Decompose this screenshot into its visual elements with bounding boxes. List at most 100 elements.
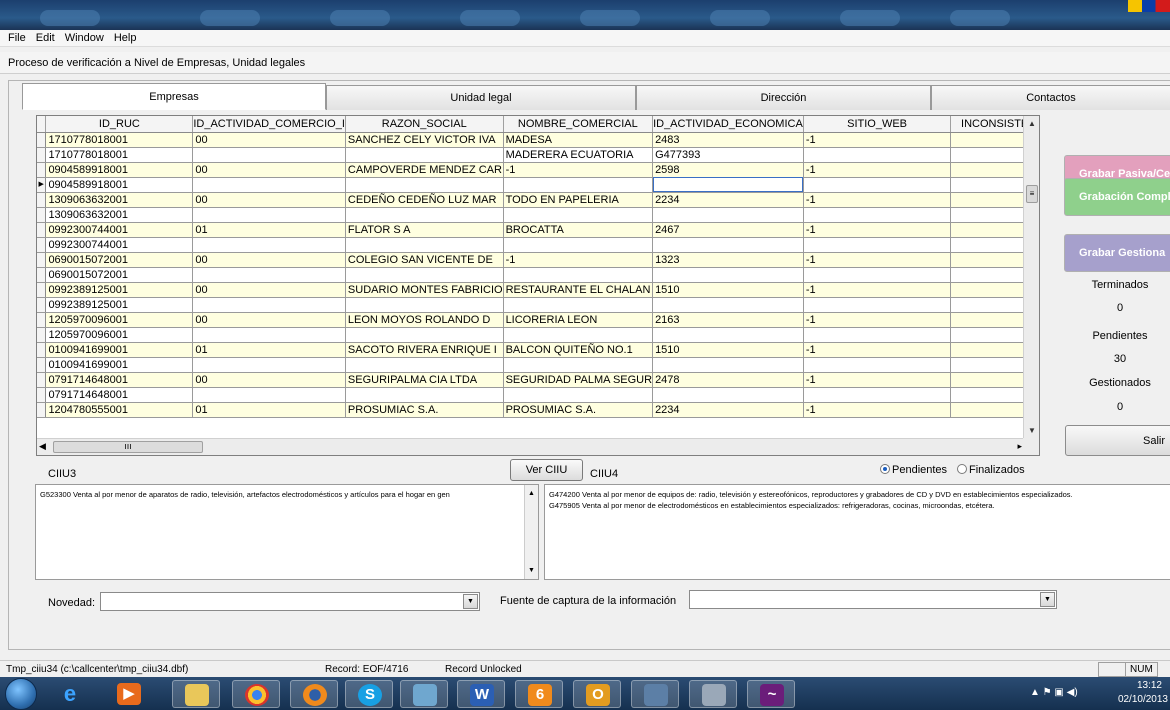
row-header[interactable]: [37, 372, 47, 388]
grid-cell[interactable]: [503, 267, 654, 283]
grid-cell[interactable]: 2234: [652, 192, 804, 208]
table-row[interactable]: 0100941699001: [37, 357, 1039, 373]
grid-cell[interactable]: -1: [803, 192, 952, 208]
grid-cell[interactable]: [345, 327, 504, 343]
table-row[interactable]: 1205970096001: [37, 327, 1039, 343]
grid-cell[interactable]: SUDARIO MONTES FABRICIO: [345, 282, 504, 298]
grid-cell[interactable]: 1205970096001: [45, 312, 194, 328]
grid-cell[interactable]: [345, 387, 504, 403]
col-header-id-actividad-comercio[interactable]: ID_ACTIVIDAD_COMERCIO_I: [192, 116, 346, 133]
tray-icons[interactable]: ▲ ⚑ ▣ ◀): [1030, 687, 1078, 698]
firefox-icon[interactable]: [290, 680, 338, 708]
col-header-sitio-web[interactable]: SITIO_WEB: [803, 116, 952, 133]
grid-cell[interactable]: PROSUMIAC S.A.: [345, 402, 504, 418]
grid-cell[interactable]: [803, 177, 952, 193]
clock-date[interactable]: 02/10/2013: [1118, 694, 1168, 705]
grid-cell[interactable]: SEGURIDAD PALMA SEGUR: [503, 372, 654, 388]
ciiu3-memo[interactable]: G523300 Venta al por menor de aparatos d…: [35, 484, 539, 580]
grid-cell[interactable]: 1309063632001: [45, 192, 194, 208]
grid-cell[interactable]: [503, 297, 654, 313]
grid-cell[interactable]: [192, 327, 346, 343]
grid-cell[interactable]: 01: [192, 402, 346, 418]
grabar-gestion-button[interactable]: Grabar Gestiona: [1064, 234, 1170, 272]
row-header[interactable]: [37, 402, 47, 418]
hscroll-thumb[interactable]: ııı: [53, 441, 203, 453]
table-row[interactable]: 0100941699001 01 SACOTO RIVERA ENRIQUE I BA…: [37, 342, 1039, 358]
grid-cell[interactable]: 00: [192, 192, 346, 208]
scroll-up-arrow-icon[interactable]: ▲: [1024, 117, 1039, 131]
grid-cell[interactable]: [503, 327, 654, 343]
row-header[interactable]: [37, 192, 47, 208]
grid-cell[interactable]: 1510: [652, 342, 804, 358]
grid-cell[interactable]: [503, 177, 654, 193]
radio-pendientes-dot[interactable]: [880, 464, 890, 474]
grid-cell[interactable]: [803, 297, 952, 313]
grid-cell[interactable]: 0791714648001: [45, 372, 194, 388]
grid-cell[interactable]: FLATOR S A: [345, 222, 504, 238]
grid-cell[interactable]: -1: [803, 402, 952, 418]
grid-cell[interactable]: CAMPOVERDE MENDEZ CAR: [345, 162, 504, 178]
grid-cell[interactable]: SACOTO RIVERA ENRIQUE I: [345, 342, 504, 358]
grid-cell[interactable]: [503, 237, 654, 253]
grid-cell[interactable]: [652, 177, 804, 193]
row-header[interactable]: [37, 222, 47, 238]
scroll-left-arrow-icon[interactable]: ◀: [39, 441, 46, 452]
grid-cell[interactable]: -1: [803, 312, 952, 328]
scroll-down-arrow-icon[interactable]: ▼: [1024, 424, 1039, 438]
internet-explorer-icon[interactable]: e: [46, 680, 94, 708]
table-row[interactable]: 0690015072001: [37, 267, 1039, 283]
grid-cell[interactable]: [803, 237, 952, 253]
menu-window[interactable]: Window: [60, 32, 109, 44]
grid-cell[interactable]: MADERERA ECUATORIA: [503, 147, 654, 163]
table-row[interactable]: 1204780555001 01 PROSUMIAC S.A. PROSUMIAC S…: [37, 402, 1039, 418]
tab-empresas[interactable]: Empresas: [22, 83, 326, 110]
grid-cell[interactable]: [652, 237, 804, 253]
grid-cell[interactable]: 00: [192, 132, 346, 148]
grid-cell[interactable]: COLEGIO SAN VICENTE DE: [345, 252, 504, 268]
scroll-down-arrow-icon[interactable]: ▼: [528, 565, 535, 576]
col-header-id-actividad-economica[interactable]: ID_ACTIVIDAD_ECONOMICA: [652, 116, 804, 133]
grid-cell[interactable]: 00: [192, 162, 346, 178]
grid-cell[interactable]: [652, 357, 804, 373]
tab-unidad-legal[interactable]: Unidad legal: [326, 85, 636, 110]
grid-cell[interactable]: [345, 267, 504, 283]
grid-cell[interactable]: [192, 267, 346, 283]
table-row[interactable]: 0690015072001 00 COLEGIO SAN VICENTE DE -1 1…: [37, 252, 1039, 268]
grid-cell[interactable]: 01: [192, 342, 346, 358]
col-header-razon-social[interactable]: RAZON_SOCIAL: [345, 116, 504, 133]
grid-cell[interactable]: [192, 177, 346, 193]
table-row[interactable]: 1309063632001 00 CEDEÑO CEDEÑO LUZ MAR TODO…: [37, 192, 1039, 208]
grid-cell[interactable]: [652, 207, 804, 223]
table-row[interactable]: 0992389125001 00 SUDARIO MONTES FABRICIO RE…: [37, 282, 1039, 298]
grid-cell[interactable]: 00: [192, 282, 346, 298]
chevron-down-icon[interactable]: ▼: [463, 594, 478, 609]
grid-cell[interactable]: [345, 297, 504, 313]
grid-cell[interactable]: 0690015072001: [45, 252, 194, 268]
grid-cell[interactable]: 0992300744001: [45, 222, 194, 238]
row-header[interactable]: [37, 297, 47, 313]
media-player-icon[interactable]: ▶: [105, 680, 153, 708]
grid-cell[interactable]: 0992300744001: [45, 237, 194, 253]
table-row[interactable]: 1309063632001: [37, 207, 1039, 223]
grid-cell[interactable]: -1: [803, 372, 952, 388]
foxpro-icon[interactable]: 6: [515, 680, 563, 708]
grid-cell[interactable]: [192, 357, 346, 373]
grid-cell[interactable]: CEDEÑO CEDEÑO LUZ MAR: [345, 192, 504, 208]
grid-cell[interactable]: 00: [192, 312, 346, 328]
grid-cell[interactable]: [652, 387, 804, 403]
grid-cell[interactable]: BALCON QUITEÑO NO.1: [503, 342, 654, 358]
grid-cell[interactable]: [652, 267, 804, 283]
row-header[interactable]: [37, 267, 47, 283]
menu-edit[interactable]: Edit: [31, 32, 60, 44]
grid-cell[interactable]: 1710778018001: [45, 132, 194, 148]
grid-cell[interactable]: BROCATTA: [503, 222, 654, 238]
chrome-icon[interactable]: [232, 680, 280, 708]
table-row[interactable]: 0992389125001: [37, 297, 1039, 313]
grid-cell[interactable]: [192, 297, 346, 313]
grid-cell[interactable]: [192, 237, 346, 253]
grid-cell[interactable]: [192, 387, 346, 403]
radio-pendientes[interactable]: Pendientes: [880, 464, 947, 476]
scroll-up-arrow-icon[interactable]: ▲: [528, 488, 535, 499]
grid-cell[interactable]: G477393: [652, 147, 804, 163]
grid-cell[interactable]: -1: [803, 342, 952, 358]
